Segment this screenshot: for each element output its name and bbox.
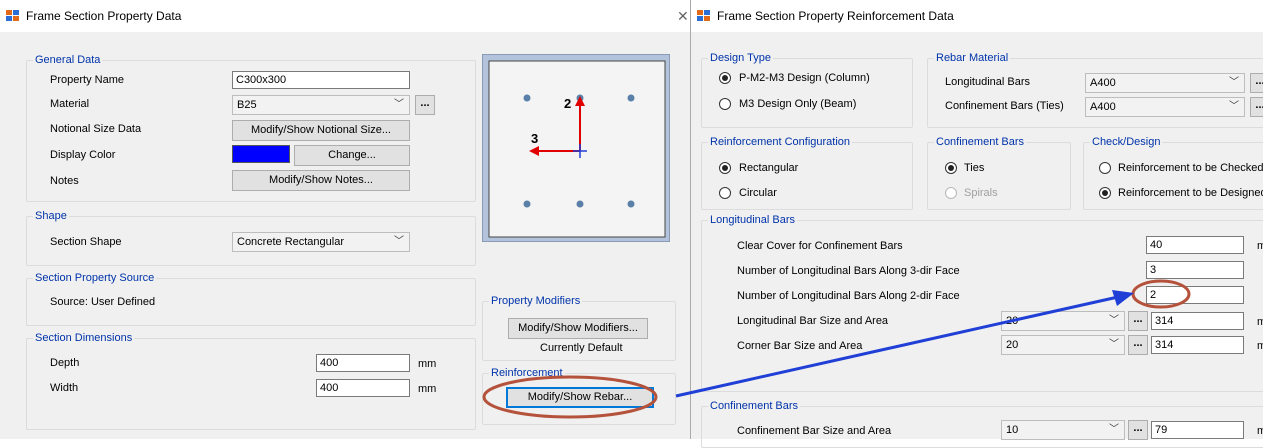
annotation-arrowhead [1112, 290, 1134, 306]
bars-2dir-highlight [1131, 279, 1191, 309]
annotation-arrow [675, 295, 1119, 398]
annotation-overlay [482, 279, 1191, 419]
rebar-button-highlight [482, 375, 658, 419]
